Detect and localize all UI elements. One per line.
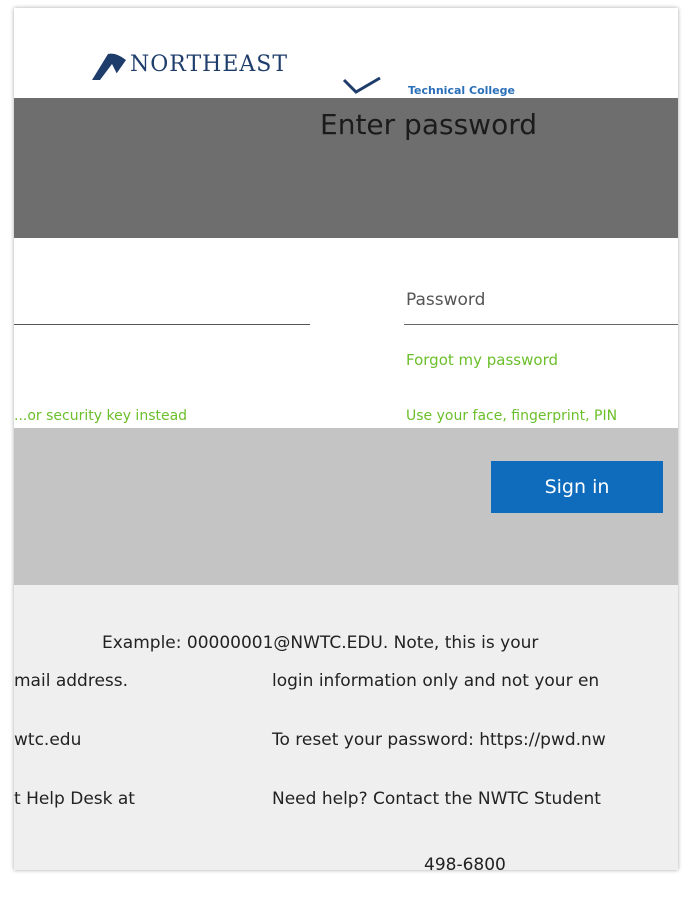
forgot-password-link[interactable]: Forgot my password (406, 351, 558, 369)
sign-in-window: NORTHEAST Technical College Enter passwo… (14, 8, 678, 870)
example-note: Example: 00000001@NWTC.EDU. Note, this i… (102, 633, 539, 653)
password-field[interactable] (404, 276, 678, 325)
logo-check-icon (342, 76, 381, 94)
page-title: Enter password (320, 108, 537, 141)
info-panel: Example: 00000001@NWTC.EDU. Note, this i… (14, 585, 678, 870)
logo-subtitle: Technical College (408, 84, 515, 97)
windows-hello-link[interactable]: Use your face, fingerprint, PIN (406, 408, 617, 424)
security-key-link[interactable]: ...or security key instead (14, 408, 254, 424)
help-contact-note: Need help? Contact the NWTC Student (272, 789, 601, 809)
login-note: login information only and not your en (272, 671, 600, 691)
help-desk-text-left: t Help Desk at (14, 789, 135, 809)
password-form: Forgot my password ...or security key in… (14, 238, 678, 438)
logo-name: NORTHEAST (130, 52, 289, 77)
username-underline (14, 324, 310, 325)
logo-sail-icon (92, 53, 126, 80)
reset-password-note: To reset your password: https://pwd.nw (272, 730, 606, 750)
help-phone: 498-6800 (424, 855, 506, 870)
sign-in-button[interactable]: Sign in (491, 461, 663, 513)
email-text-left: mail address. (14, 671, 129, 691)
domain-text-left: wtc.edu (14, 730, 82, 750)
